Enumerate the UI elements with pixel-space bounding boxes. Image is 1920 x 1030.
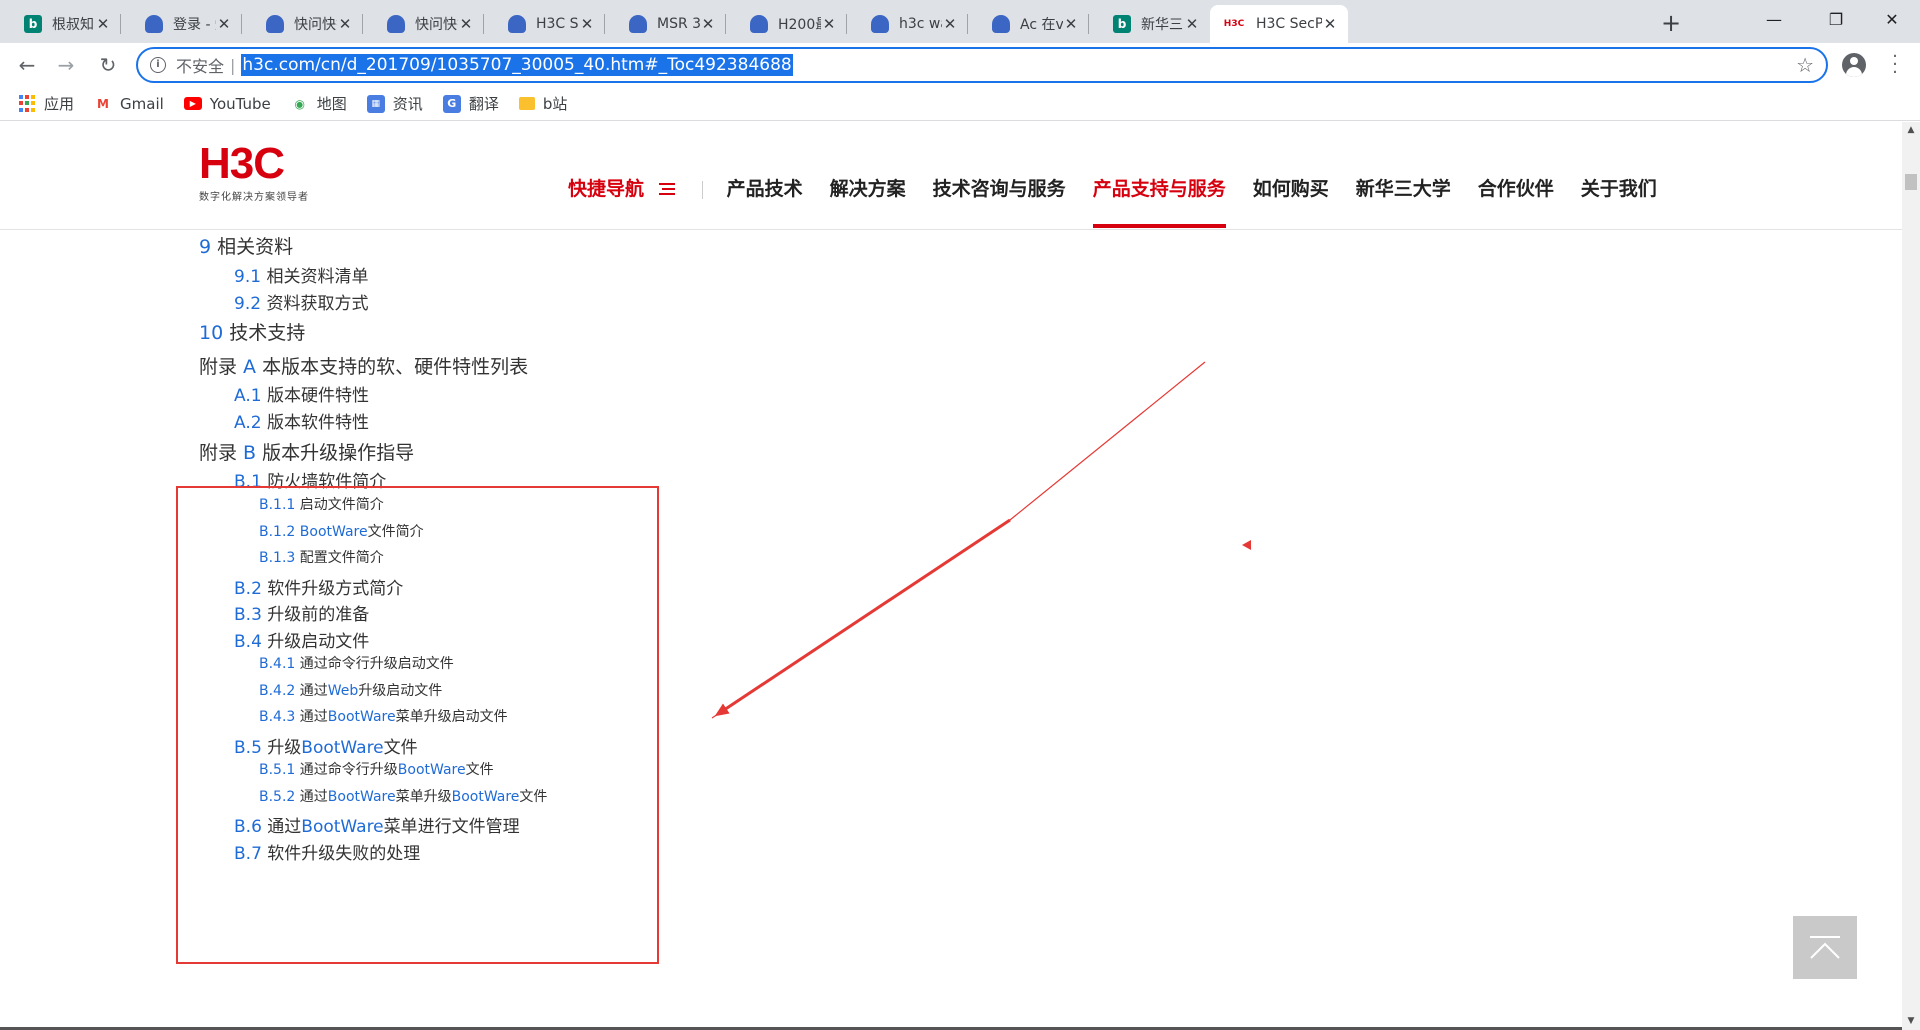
browser-tab[interactable]: 快问快答✕	[363, 5, 484, 43]
browser-tab[interactable]: h3c wac3✕	[847, 5, 968, 43]
browser-tab[interactable]: b 根叔知了✕	[0, 5, 121, 43]
tab-title: 根叔知了	[52, 17, 95, 33]
bookmark-label: b站	[542, 95, 568, 113]
tab-title: H200最大	[778, 17, 821, 33]
bookmark-gmail[interactable]: M Gmail	[94, 95, 164, 113]
bookmark-label: 应用	[44, 95, 75, 113]
tab-title: Ac 在v5	[1020, 17, 1063, 33]
arrow-up-icon	[1810, 935, 1840, 959]
bookmark-label: Gmail	[120, 94, 164, 113]
browser-tab[interactable]: 登录 - 知了✕	[121, 5, 242, 43]
apps-grid-icon	[18, 94, 36, 113]
menu-dots-icon[interactable]: · · ·	[1892, 48, 1898, 82]
news-icon: ▦	[366, 94, 385, 113]
folder-icon	[518, 97, 535, 110]
window-close-button[interactable]: ✕	[1864, 0, 1920, 40]
document-icon	[508, 15, 526, 33]
tab-close-icon[interactable]: ✕	[216, 15, 232, 33]
tab-close-icon[interactable]: ✕	[700, 15, 716, 33]
annotation-pointer-mark	[1242, 540, 1251, 550]
tab-title: h3c wac3	[899, 16, 942, 32]
tab-title: 快问快答	[294, 17, 337, 33]
tab-strip: b根叔知了✕登录 - 知了✕快问快答✕快问快答✕H3C SecP✕MSR 36-…	[0, 0, 1920, 43]
bookmark-label: 地图	[316, 95, 347, 113]
document-icon	[750, 15, 768, 33]
bookmark-label: YouTube	[209, 94, 271, 113]
maps-icon: ◉	[294, 96, 306, 111]
back-arrow-icon[interactable]: ←	[13, 51, 41, 79]
maximize-button[interactable]: ❐	[1808, 0, 1864, 40]
tab-close-icon[interactable]: ✕	[337, 15, 353, 33]
minimize-button[interactable]: —	[1746, 0, 1802, 40]
browser-tab[interactable]: H3C H3C SecP ✕	[1210, 5, 1348, 43]
forward-arrow-icon[interactable]: →	[52, 51, 80, 79]
bookmark-label: 翻译	[468, 95, 499, 113]
tab-close-icon[interactable]: ✕	[95, 15, 111, 33]
annotation-arrow	[711, 361, 1206, 719]
bookmark-star-icon[interactable]: ☆	[1796, 53, 1814, 77]
bookmark-youtube[interactable]: ▶ YouTube	[183, 94, 271, 113]
annotation-highlight-box	[176, 486, 659, 964]
scroll-down-icon[interactable]: ▼	[1902, 1013, 1920, 1030]
h3c-icon: H3C	[1223, 19, 1245, 29]
document-icon	[992, 15, 1010, 33]
tab-close-icon[interactable]: ✕	[1322, 15, 1338, 33]
bing-icon: b	[1113, 15, 1131, 33]
new-tab-button[interactable]: +	[1656, 8, 1686, 38]
tab-title: 登录 - 知了	[173, 17, 216, 33]
scroll-thumb[interactable]	[1905, 174, 1917, 190]
bookmark-news[interactable]: ▦ 资讯	[366, 93, 423, 114]
document-icon	[629, 15, 647, 33]
browser-tab[interactable]: H200最大✕	[726, 5, 847, 43]
security-label: 不安全	[176, 57, 225, 76]
bookmark-apps[interactable]: 应用	[18, 93, 74, 114]
document-icon	[266, 15, 284, 33]
bookmark-bilibili-folder[interactable]: b站	[518, 93, 568, 114]
bookmark-maps[interactable]: ◉ 地图	[291, 93, 347, 114]
document-icon	[145, 15, 163, 33]
tab-close-icon[interactable]: ✕	[458, 15, 474, 33]
bookmark-translate[interactable]: G 翻译	[442, 93, 499, 114]
tab-title: 新华三官网	[1141, 17, 1184, 33]
browser-toolbar: ← → ↻ i 不安全 | h3c.com/cn/d_201709/103570…	[0, 43, 1920, 87]
tab-close-icon[interactable]: ✕	[1184, 15, 1200, 33]
tab-title: 快问快答	[415, 17, 458, 33]
url-text[interactable]: h3c.com/cn/d_201709/1035707_30005_40.htm…	[241, 54, 793, 76]
gmail-icon: M	[97, 96, 109, 111]
scroll-up-icon[interactable]: ▲	[1902, 122, 1920, 139]
vertical-scrollbar[interactable]: ▲ ▼	[1902, 122, 1920, 1030]
browser-tab[interactable]: Ac 在v5✕	[968, 5, 1089, 43]
address-divider: |	[230, 55, 236, 75]
tab-close-icon[interactable]: ✕	[1063, 15, 1079, 33]
tab-close-icon[interactable]: ✕	[942, 15, 958, 33]
tab-title: H3C SecP	[536, 16, 579, 32]
translate-icon: G	[442, 94, 461, 113]
browser-tab[interactable]: MSR 36-2✕	[605, 5, 726, 43]
back-to-top-button[interactable]	[1793, 916, 1857, 979]
browser-tab[interactable]: H3C SecP✕	[484, 5, 605, 43]
document-icon	[387, 15, 405, 33]
tab-title: H3C SecP	[1256, 16, 1322, 32]
annotation-arrow-thick	[714, 518, 1011, 717]
info-icon[interactable]: i	[150, 57, 166, 73]
address-bar[interactable]: i 不安全 | h3c.com/cn/d_201709/1035707_3000…	[136, 47, 1828, 83]
tab-close-icon[interactable]: ✕	[579, 15, 595, 33]
profile-avatar-icon[interactable]	[1842, 53, 1866, 77]
bookmarks-bar: 应用 M Gmail ▶ YouTube ◉ 地图 ▦ 资讯 G 翻译 b站	[0, 87, 1920, 121]
reload-icon[interactable]: ↻	[94, 51, 122, 79]
bookmark-label: 资讯	[392, 95, 423, 113]
tab-title: MSR 36-2	[657, 16, 700, 32]
youtube-icon: ▶	[183, 97, 202, 110]
document-icon	[871, 15, 889, 33]
tab-close-icon[interactable]: ✕	[821, 15, 837, 33]
bing-icon: b	[24, 15, 42, 33]
browser-tab[interactable]: 快问快答✕	[242, 5, 363, 43]
web-page: H3C 数字化解决方案领导者 快捷导航 产品技术 解决方案 技术咨询与服务 产品支持与…	[0, 122, 1902, 1030]
browser-tab[interactable]: b 新华三官网✕	[1089, 5, 1210, 43]
